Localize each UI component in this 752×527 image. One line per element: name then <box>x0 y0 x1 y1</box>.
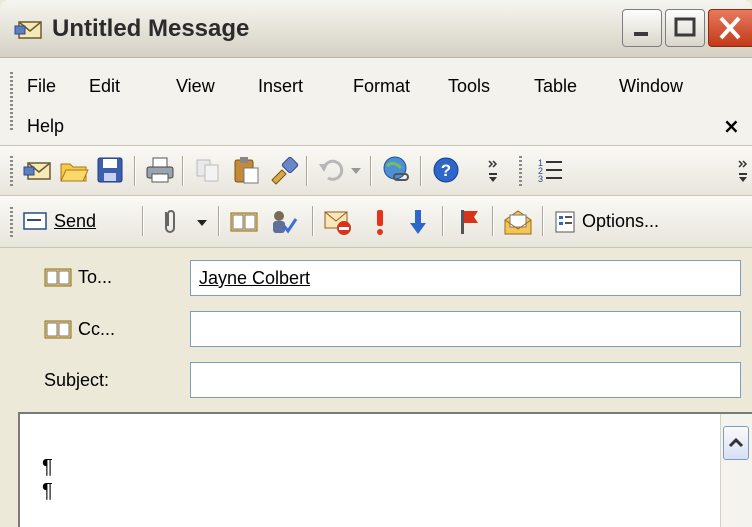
options-icon <box>555 211 575 233</box>
chevron-up-icon <box>728 437 744 448</box>
envelope-open-icon[interactable] <box>502 206 534 238</box>
to-label: To... <box>78 267 113 287</box>
minimize-icon <box>634 32 648 36</box>
send-icon <box>23 212 47 230</box>
toolbar-separator <box>142 206 144 236</box>
cc-label: Cc... <box>78 319 116 339</box>
importance-low-icon[interactable] <box>402 206 434 238</box>
cc-field[interactable] <box>190 311 741 347</box>
to-field[interactable]: Jayne Colbert <box>190 260 741 296</box>
undo-icon[interactable] <box>316 154 348 186</box>
format-painter-icon[interactable] <box>268 154 300 186</box>
importance-high-icon[interactable] <box>364 206 396 238</box>
copy-icon[interactable] <box>192 154 224 186</box>
standard-toolbar: ? 1 2 3 <box>0 146 752 196</box>
message-window: Untitled Message File Edit View Insert F… <box>0 0 752 527</box>
check-names-icon[interactable] <box>268 206 300 238</box>
chevron-down-icon[interactable] <box>350 166 362 176</box>
chevron-down-icon[interactable] <box>196 218 208 228</box>
send-button[interactable]: Send <box>20 204 128 238</box>
permission-icon[interactable] <box>322 206 354 238</box>
maximize-button[interactable] <box>665 9 705 47</box>
menu-bar: File Edit View Insert Format Tools Table… <box>0 58 752 146</box>
menu-table[interactable]: Table <box>534 74 577 98</box>
to-button[interactable]: To... <box>40 262 150 292</box>
save-icon[interactable] <box>94 154 126 186</box>
menu-grip[interactable] <box>10 72 13 132</box>
toolbar-separator <box>492 206 494 236</box>
paragraph-mark: ¶ <box>42 456 53 478</box>
address-book-icon <box>44 320 72 339</box>
toolbar-separator <box>370 156 372 186</box>
toolbar-separator <box>420 156 422 186</box>
paste-icon[interactable] <box>230 154 262 186</box>
menu-edit[interactable]: Edit <box>89 74 120 98</box>
hyperlink-icon[interactable] <box>380 154 412 186</box>
toolbar-separator <box>312 206 314 236</box>
new-message-icon[interactable] <box>22 154 54 186</box>
toolbar-options-icon[interactable] <box>736 158 750 184</box>
toolbar-options-icon[interactable] <box>486 158 500 184</box>
menu-insert[interactable]: Insert <box>258 74 303 98</box>
maximize-icon <box>674 17 696 37</box>
message-headers: To... Jayne Colbert Cc... Subject: <box>0 248 752 408</box>
close-window-button[interactable] <box>708 9 752 47</box>
menu-format[interactable]: Format <box>353 74 410 98</box>
open-icon[interactable] <box>58 154 90 186</box>
toolbar-separator <box>306 156 308 186</box>
paragraph-mark: ¶ <box>42 480 53 502</box>
menu-help[interactable]: Help <box>27 114 64 138</box>
menu-view[interactable]: View <box>176 74 215 98</box>
message-body[interactable]: ¶ ¶ <box>18 412 752 527</box>
toolbar-separator <box>182 156 184 186</box>
toolbar-grip[interactable] <box>10 156 13 186</box>
window-title: Untitled Message <box>52 15 250 42</box>
options-label: Options... <box>582 211 660 231</box>
options-button[interactable]: Options... <box>552 204 748 238</box>
address-book-icon[interactable] <box>228 206 260 238</box>
vertical-scrollbar[interactable] <box>720 414 752 527</box>
help-icon[interactable]: ? <box>430 154 462 186</box>
print-icon[interactable] <box>144 154 176 186</box>
address-book-icon <box>44 268 72 287</box>
subject-field[interactable] <box>190 362 741 398</box>
toolbar-separator <box>542 206 544 236</box>
title-bar[interactable]: Untitled Message <box>0 0 752 58</box>
attach-file-icon[interactable] <box>154 206 186 238</box>
toolbar-separator <box>218 206 220 236</box>
toolbar-grip[interactable] <box>519 156 522 186</box>
scroll-up-button[interactable] <box>723 426 749 460</box>
menu-tools[interactable]: Tools <box>448 74 490 98</box>
toolbar-grip[interactable] <box>10 207 13 237</box>
toolbar-separator <box>134 156 136 186</box>
send-label: Send <box>54 211 97 231</box>
svg-text:3: 3 <box>538 174 543 184</box>
menu-window[interactable]: Window <box>619 74 683 98</box>
email-toolbar: Send Options... <box>0 196 752 248</box>
close-icon <box>719 16 741 40</box>
follow-up-flag-icon[interactable] <box>452 206 484 238</box>
close-document-button[interactable]: × <box>723 114 740 138</box>
recipient-name[interactable]: Jayne Colbert <box>199 268 310 288</box>
cc-button[interactable]: Cc... <box>40 314 150 344</box>
toolbar-separator <box>442 206 444 236</box>
menu-file[interactable]: File <box>27 74 56 98</box>
svg-text:?: ? <box>441 161 451 180</box>
bullets-icon[interactable]: 1 2 3 <box>534 154 566 186</box>
message-app-icon <box>14 21 42 39</box>
minimize-button[interactable] <box>622 9 662 47</box>
subject-label: Subject: <box>44 370 110 390</box>
